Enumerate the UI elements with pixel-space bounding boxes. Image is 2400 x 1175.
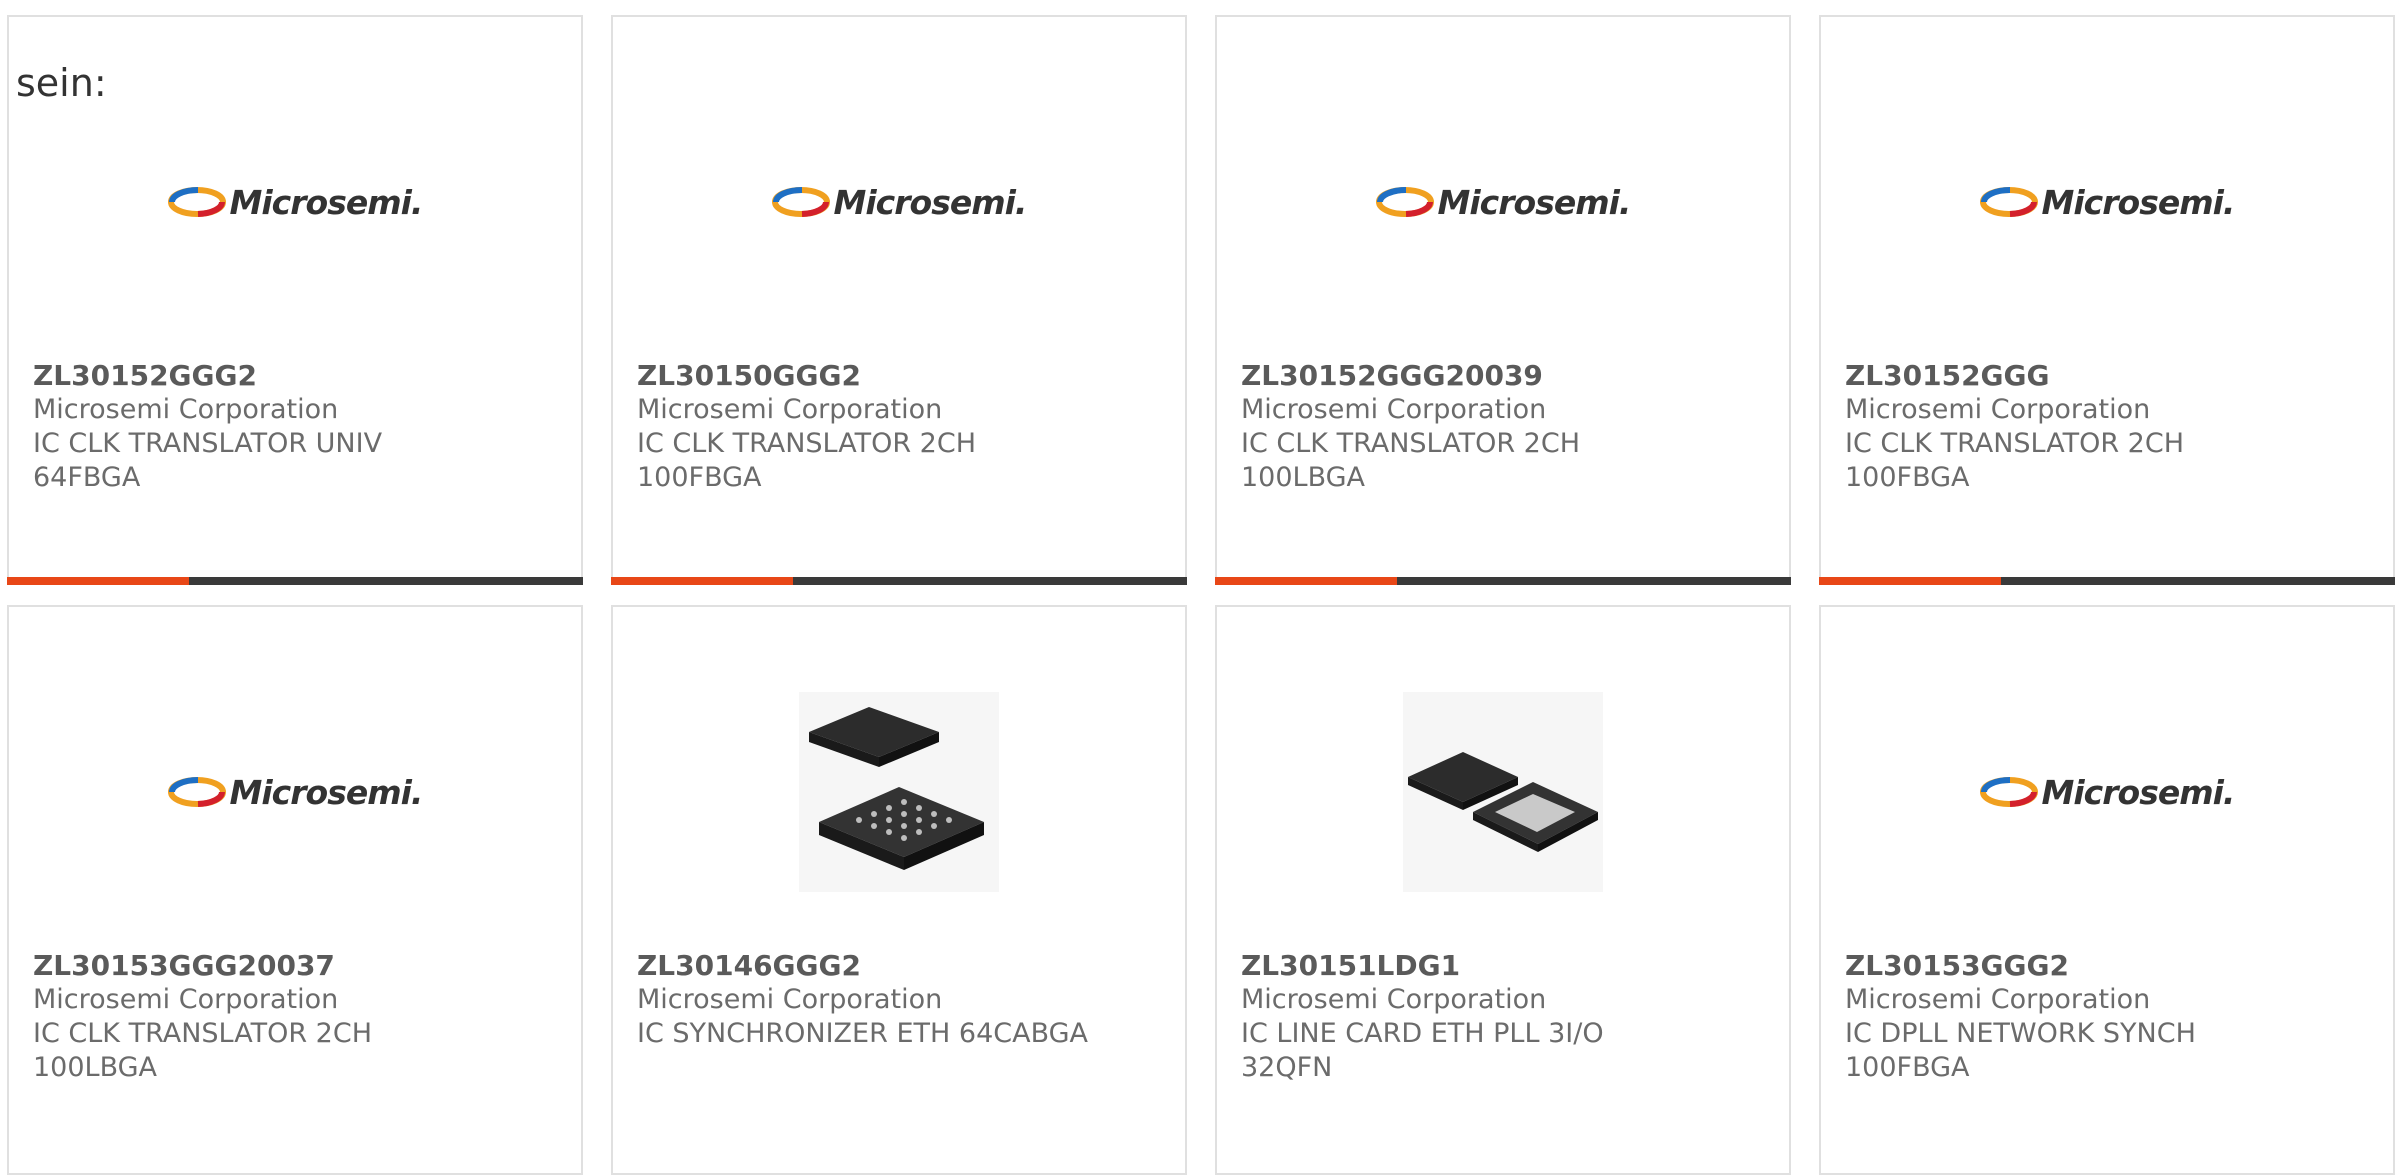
description-package: 100FBGA bbox=[1845, 1052, 1970, 1083]
product-image[interactable]: Microsemi. bbox=[1821, 97, 2393, 307]
product-card[interactable]: Microsemi. ZL30152GGG20039 Microsemi Cor… bbox=[1215, 15, 1791, 585]
product-card[interactable]: Microsemi. ZL30153GGG2 Microsemi Corpora… bbox=[1819, 605, 2395, 1175]
microsemi-logo-icon: Microsemi. bbox=[771, 183, 1027, 222]
card-footer-bar bbox=[7, 577, 583, 585]
product-image[interactable] bbox=[613, 687, 1185, 897]
qfn-chip-icon bbox=[1403, 692, 1603, 892]
description-package: 100LBGA bbox=[1241, 462, 1366, 493]
part-number[interactable]: ZL30152GGG20039 bbox=[1241, 359, 1769, 393]
part-number[interactable]: ZL30153GGG20037 bbox=[33, 949, 561, 983]
description: IC DPLL NETWORK SYNCH bbox=[1845, 1018, 2196, 1049]
product-card[interactable]: sein: Microsemi. ZL30152GGG2 Microsemi C… bbox=[7, 15, 583, 585]
product-image[interactable]: Microsemi. bbox=[1821, 687, 2393, 897]
part-number[interactable]: ZL30146GGG2 bbox=[637, 949, 1165, 983]
card-footer-bar bbox=[611, 577, 1187, 585]
product-card[interactable]: Microsemi. ZL30150GGG2 Microsemi Corpora… bbox=[611, 15, 1187, 585]
part-number[interactable]: ZL30150GGG2 bbox=[637, 359, 1165, 393]
manufacturer: Microsemi Corporation bbox=[1845, 394, 2151, 425]
part-number[interactable]: ZL30152GGG2 bbox=[33, 359, 561, 393]
card-footer-bar bbox=[1215, 577, 1791, 585]
product-card[interactable]: ZL30146GGG2 Microsemi Corporation IC SYN… bbox=[611, 605, 1187, 1175]
card-footer-bar bbox=[1819, 577, 2395, 585]
description: IC CLK TRANSLATOR UNIV bbox=[33, 428, 383, 459]
manufacturer: Microsemi Corporation bbox=[1241, 394, 1547, 425]
manufacturer: Microsemi Corporation bbox=[637, 984, 943, 1015]
description: IC CLK TRANSLATOR 2CH bbox=[1241, 428, 1581, 459]
description: IC CLK TRANSLATOR 2CH bbox=[637, 428, 977, 459]
part-number[interactable]: ZL30151LDG1 bbox=[1241, 949, 1769, 983]
product-image[interactable]: Microsemi. bbox=[9, 97, 581, 307]
description: IC SYNCHRONIZER ETH 64CABGA bbox=[637, 1018, 1089, 1049]
microsemi-logo-icon: Microsemi. bbox=[1979, 773, 2235, 812]
manufacturer: Microsemi Corporation bbox=[33, 394, 339, 425]
product-card[interactable]: Microsemi. ZL30153GGG20037 Microsemi Cor… bbox=[7, 605, 583, 1175]
product-image[interactable]: Microsemi. bbox=[613, 97, 1185, 307]
description: IC LINE CARD ETH PLL 3I/O bbox=[1241, 1018, 1604, 1049]
description-package: 32QFN bbox=[1241, 1052, 1333, 1083]
microsemi-logo-icon: Microsemi. bbox=[1979, 183, 2235, 222]
part-number[interactable]: ZL30153GGG2 bbox=[1845, 949, 2373, 983]
manufacturer: Microsemi Corporation bbox=[637, 394, 943, 425]
description-package: 64FBGA bbox=[33, 462, 141, 493]
description: IC CLK TRANSLATOR 2CH bbox=[1845, 428, 2185, 459]
manufacturer: Microsemi Corporation bbox=[1845, 984, 2151, 1015]
bga-chip-icon bbox=[799, 692, 999, 892]
product-image[interactable]: Microsemi. bbox=[9, 687, 581, 897]
description-package: 100FBGA bbox=[1845, 462, 1970, 493]
manufacturer: Microsemi Corporation bbox=[33, 984, 339, 1015]
product-card[interactable]: ZL30151LDG1 Microsemi Corporation IC LIN… bbox=[1215, 605, 1791, 1175]
description-package: 100FBGA bbox=[637, 462, 762, 493]
part-number[interactable]: ZL30152GGG bbox=[1845, 359, 2373, 393]
manufacturer: Microsemi Corporation bbox=[1241, 984, 1547, 1015]
description-package: 100LBGA bbox=[33, 1052, 158, 1083]
microsemi-logo-icon: Microsemi. bbox=[167, 183, 423, 222]
microsemi-logo-icon: Microsemi. bbox=[167, 773, 423, 812]
microsemi-logo-icon: Microsemi. bbox=[1375, 183, 1631, 222]
description: IC CLK TRANSLATOR 2CH bbox=[33, 1018, 373, 1049]
product-card[interactable]: Microsemi. ZL30152GGG Microsemi Corporat… bbox=[1819, 15, 2395, 585]
product-image[interactable] bbox=[1217, 687, 1789, 897]
product-image[interactable]: Microsemi. bbox=[1217, 97, 1789, 307]
